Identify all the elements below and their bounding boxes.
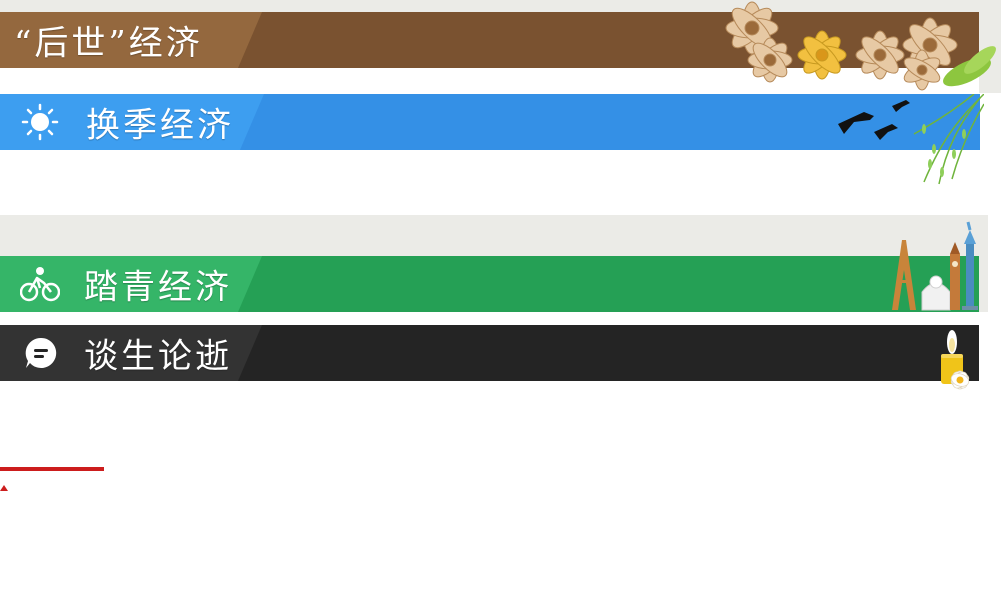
world-landmarks-decoration [892,221,978,311]
banner-title: “后世”经济 [14,23,203,64]
banner-outing-economy[interactable]: 踏青经济 [0,256,979,312]
banner-title: 谈生论逝 [84,336,232,377]
banner-title: 踏青经济 [84,267,232,308]
candle-flower-decoration [941,330,970,390]
cyclist-icon [20,267,60,302]
swallows-willow-decoration [838,94,984,185]
banner-seasonal-economy[interactable]: 换季经济 [0,94,980,150]
background-strip-middle [0,215,988,256]
sun-icon [21,103,59,141]
flower-bouquet-decoration [725,1,996,91]
banner-title: 换季经济 [86,105,234,146]
banner-life-and-death[interactable]: 谈生论逝 [0,325,979,381]
red-caret-mark [0,485,8,491]
chat-bubble-icon [25,337,57,368]
red-divider-line [0,467,104,471]
